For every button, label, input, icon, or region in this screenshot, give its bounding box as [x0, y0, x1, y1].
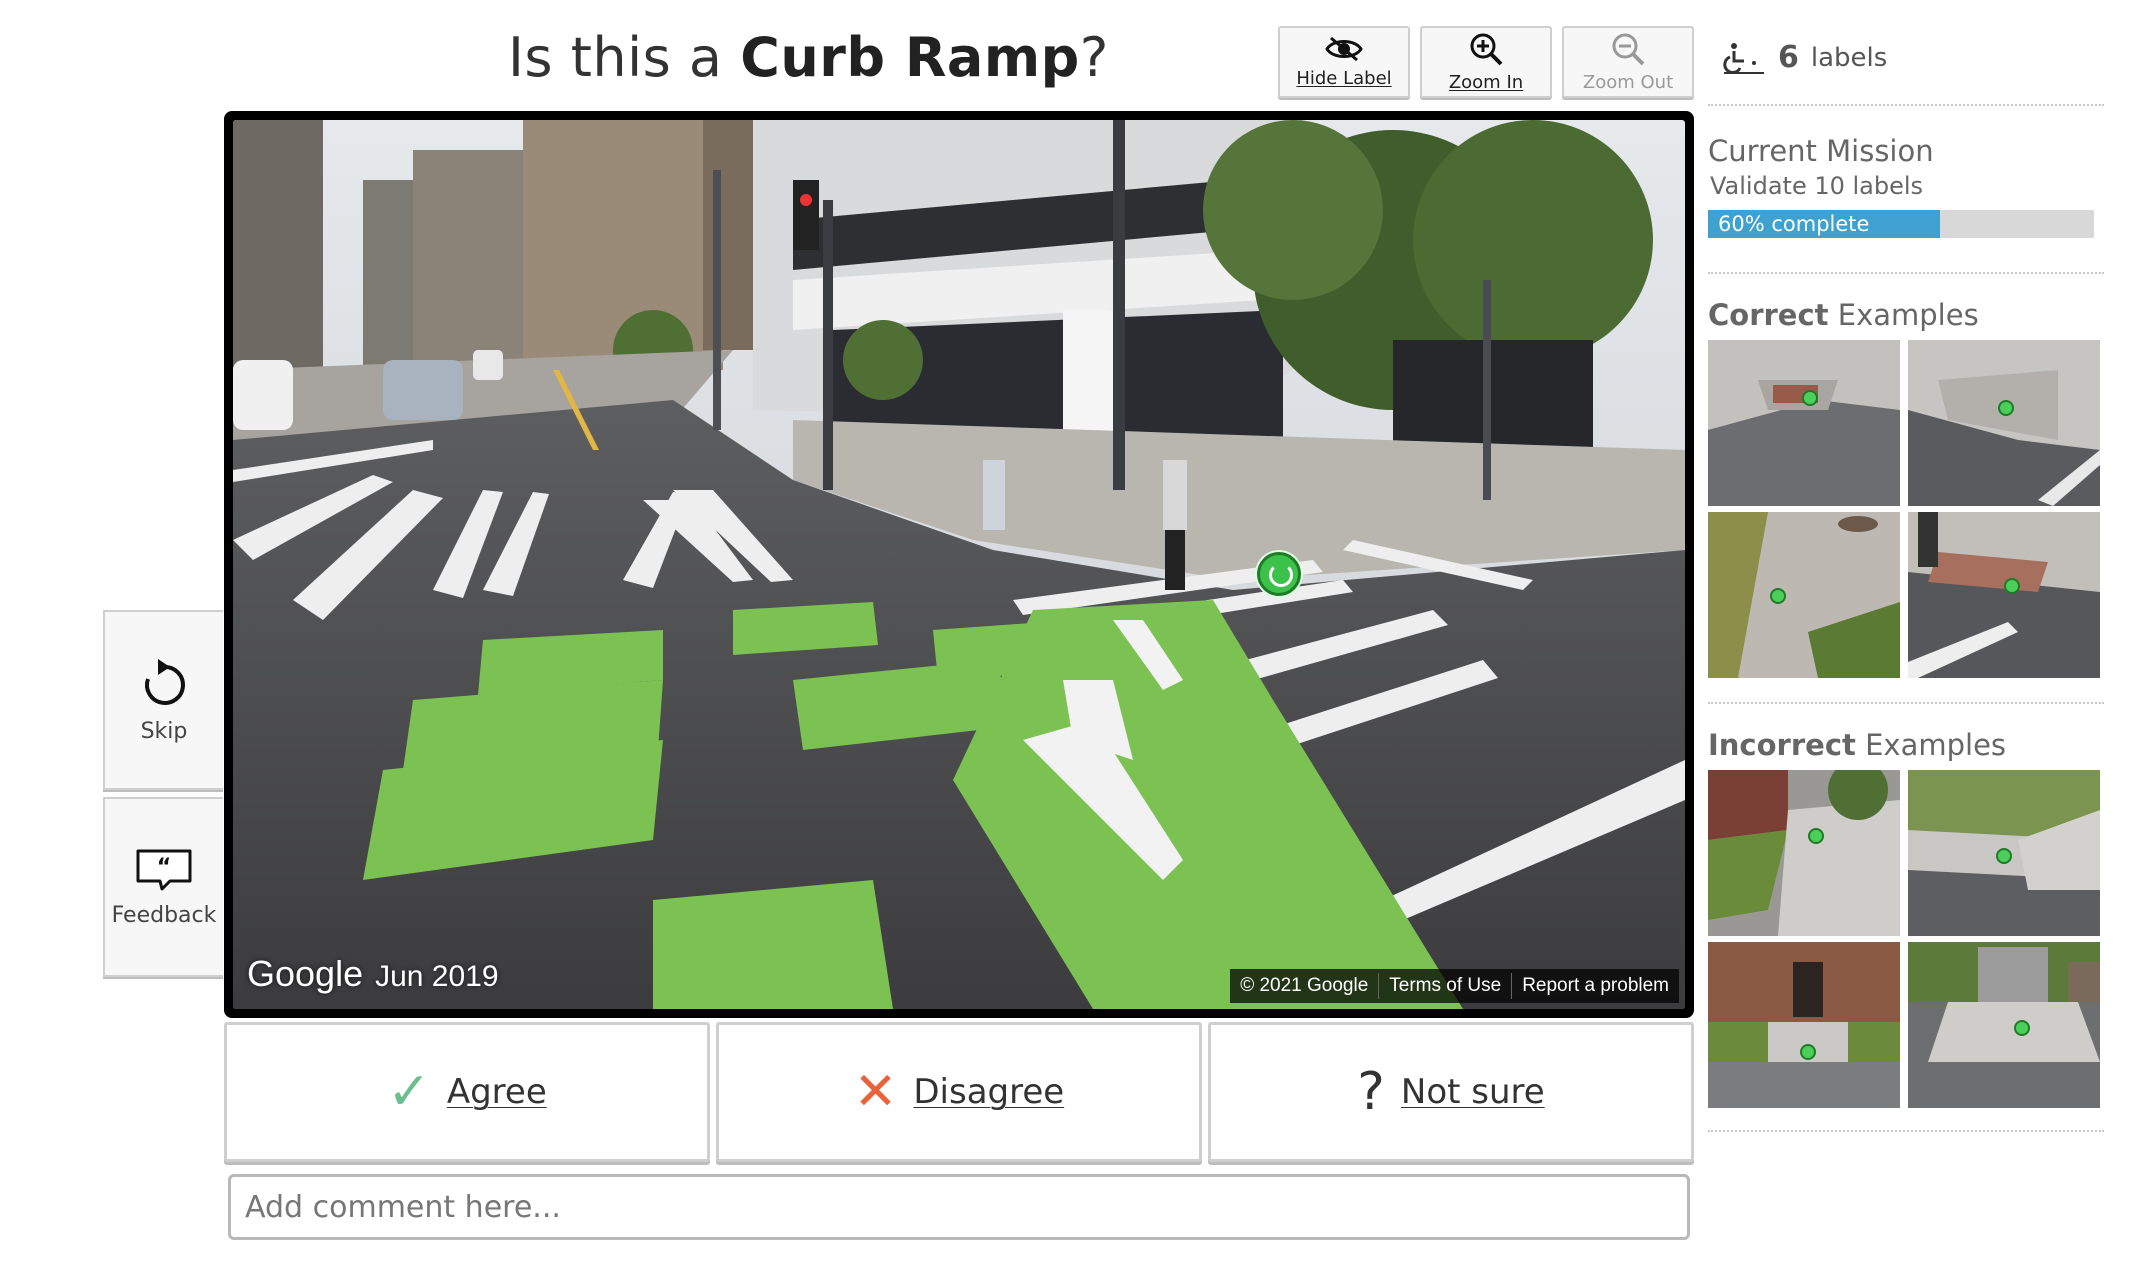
correct-example-2[interactable]	[1908, 340, 2100, 506]
capture-date: Jun 2019	[375, 960, 499, 993]
correct-example-4[interactable]	[1908, 512, 2100, 678]
label-count-number: 6	[1778, 40, 1799, 75]
incorrect-example-2[interactable]	[1908, 770, 2100, 936]
label-counter: 6 labels	[1722, 40, 1887, 75]
label-type: Curb Ramp	[740, 26, 1080, 89]
zoom-out-button[interactable]: Zoom Out	[1562, 26, 1694, 98]
page-title: Is this a Curb Ramp?	[508, 26, 1109, 89]
not-sure-label: Not sure	[1400, 1072, 1545, 1112]
mission-progress-bar: 60% complete	[1708, 210, 2094, 238]
incorrect-example-4[interactable]	[1908, 942, 2100, 1108]
hide-label-text: Hide Label	[1296, 67, 1392, 89]
incorrect-examples-title: Incorrect Examples	[1708, 728, 2007, 762]
zoom-in-icon	[1470, 33, 1503, 65]
panorama-footer: © 2021 Google Terms of Use Report a prob…	[1230, 969, 1679, 1003]
curb-ramp-label-marker[interactable]	[1257, 552, 1301, 596]
street-scene-image	[233, 120, 1685, 1009]
mission-title: Current Mission	[1708, 134, 1934, 168]
google-logo: Google	[247, 953, 364, 994]
incorrect-example-3[interactable]	[1708, 942, 1900, 1108]
zoom-in-text: Zoom In	[1448, 71, 1524, 93]
zoom-out-text: Zoom Out	[1582, 71, 1674, 93]
progress-fill: 60% complete	[1708, 210, 1940, 238]
report-problem-link[interactable]: Report a problem	[1511, 973, 1679, 999]
comment-input[interactable]	[228, 1174, 1690, 1240]
refresh-icon	[145, 658, 185, 705]
divider	[1708, 1130, 2104, 1132]
x-icon: ✕	[853, 1062, 898, 1122]
check-icon: ✓	[387, 1062, 431, 1122]
incorrect-example-1[interactable]	[1708, 770, 1900, 936]
divider	[1708, 272, 2104, 274]
divider	[1708, 702, 2104, 704]
disagree-button[interactable]: ✕ Disagree	[716, 1022, 1202, 1162]
zoom-in-button[interactable]: Zoom In	[1420, 26, 1552, 98]
skip-label: Skip	[140, 718, 188, 744]
question-mark-icon: ?	[1357, 1062, 1385, 1122]
correct-example-1[interactable]	[1708, 340, 1900, 506]
divider	[1708, 104, 2104, 106]
agree-button[interactable]: ✓ Agree	[224, 1022, 710, 1162]
copyright-text: © 2021 Google	[1240, 975, 1369, 996]
disagree-label: Disagree	[913, 1072, 1065, 1112]
zoom-out-icon	[1612, 33, 1645, 65]
svg-text:“: “	[157, 855, 171, 880]
google-watermark: Google Jun 2019	[247, 953, 499, 995]
agree-label: Agree	[446, 1072, 547, 1112]
wheelchair-ramp-icon	[1723, 42, 1764, 74]
feedback-button[interactable]: “ Feedback	[103, 797, 223, 977]
correct-example-3[interactable]	[1708, 512, 1900, 678]
skip-button[interactable]: Skip	[103, 610, 223, 790]
mission-description: Validate 10 labels	[1710, 172, 1924, 200]
hide-label-button[interactable]: Hide Label	[1278, 26, 1410, 98]
correct-examples-title: Correct Examples	[1708, 298, 1979, 332]
not-sure-button[interactable]: ? Not sure	[1208, 1022, 1694, 1162]
eye-slash-icon	[1325, 36, 1363, 61]
terms-link[interactable]: Terms of Use	[1378, 973, 1511, 999]
street-view-panorama[interactable]: Google Jun 2019 © 2021 Google Terms of U…	[224, 111, 1694, 1018]
feedback-label: Feedback	[111, 902, 217, 928]
label-count-word: labels	[1810, 42, 1888, 73]
speech-bubble-icon: “	[136, 849, 192, 890]
